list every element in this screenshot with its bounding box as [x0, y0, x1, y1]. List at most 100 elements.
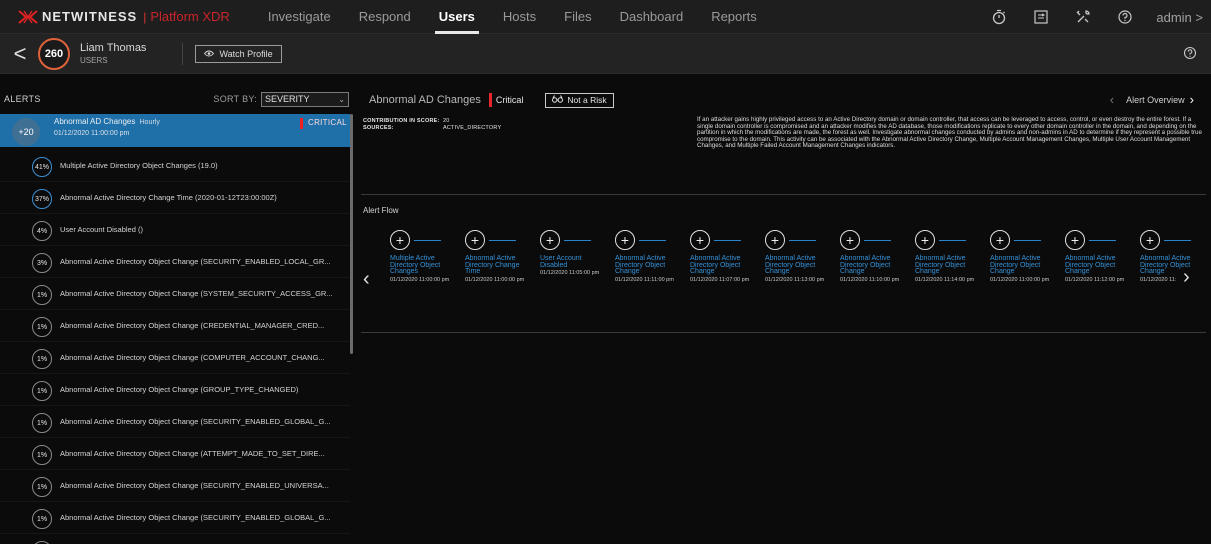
watch-profile-button[interactable]: Watch Profile	[195, 44, 282, 63]
sort-control: SORT BY: SEVERITY ⌄	[213, 91, 349, 107]
nav-tab-respond[interactable]: Respond	[345, 0, 425, 34]
flow-connector	[1014, 240, 1041, 241]
indicator-contribution-badge: 1%	[32, 413, 52, 433]
indicator-label: Multiple Active Directory Object Changes…	[60, 161, 218, 170]
severity-bar	[300, 118, 303, 129]
indicator-row[interactable]: 1%Abnormal Active Directory Object Chang…	[0, 406, 350, 438]
indicator-label: Abnormal Active Directory Object Change …	[60, 353, 325, 362]
nav-tab-hosts[interactable]: Hosts	[489, 0, 550, 34]
expand-plus-icon[interactable]: +	[915, 230, 935, 250]
eye-icon	[204, 49, 215, 59]
alert-frequency: Hourly	[139, 119, 160, 126]
indicator-label: Abnormal Active Directory Object Change …	[60, 513, 331, 522]
entity-name: Liam Thomas	[80, 42, 147, 54]
chevron-right-icon[interactable]: ›	[1190, 92, 1194, 107]
indicator-label: Abnormal Active Directory Object Change …	[60, 481, 329, 490]
flow-node: + User Account Disabled 01/12/2020 11:05:0…	[515, 230, 599, 330]
flow-node: + Multiple Active Directory Object Change…	[365, 230, 449, 330]
expand-plus-icon[interactable]: +	[990, 230, 1010, 250]
contribution-label: CONTRIBUTION IN SCORE:	[363, 118, 440, 124]
flow-connector	[1164, 240, 1191, 241]
admin-menu[interactable]: admin >	[1156, 10, 1203, 25]
divider	[361, 332, 1206, 333]
expand-plus-icon[interactable]: +	[615, 230, 635, 250]
indicator-row[interactable]: 1% Abnormal Active Directory Object Chang…	[0, 342, 350, 374]
nav-tab-files[interactable]: Files	[550, 0, 605, 34]
nav-tab-investigate[interactable]: Investigate	[254, 0, 345, 34]
entity-profile-bar: < 260 Liam Thomas USERS Watch Profile	[0, 34, 1211, 74]
flow-node: + Abnormal Active Directory Object Change…	[665, 230, 749, 330]
expand-plus-icon[interactable]: +	[840, 230, 860, 250]
flow-connector	[789, 240, 816, 241]
expand-plus-icon[interactable]: +	[1065, 230, 1085, 250]
expand-plus-icon[interactable]: +	[540, 230, 560, 250]
indicator-row[interactable]: 1%Abnormal Active Directory Object Chang…	[0, 438, 350, 470]
netwitness-logo-icon	[18, 9, 38, 24]
watch-profile-label: Watch Profile	[219, 48, 273, 59]
expand-plus-icon[interactable]: +	[390, 230, 410, 250]
expand-plus-icon[interactable]: +	[765, 230, 785, 250]
indicator-label: Abnormal Active Directory Change Time (2…	[60, 193, 277, 202]
nav-right-toolbar: admin >	[978, 0, 1203, 34]
flow-node: + Abnormal Active Directory Object Change…	[965, 230, 1049, 330]
sort-select[interactable]: SEVERITY ⌄	[261, 91, 349, 107]
indicator-contribution-badge: 1%	[32, 349, 52, 369]
expand-plus-icon[interactable]: +	[690, 230, 710, 250]
notes-icon[interactable]	[1032, 8, 1050, 26]
indicator-row[interactable]: 3% Abnormal Active Directory Object Chang…	[0, 246, 350, 278]
nav-tab-users[interactable]: Users	[425, 0, 489, 34]
indicator-row[interactable]: 1%Abnormal Active Directory Object Chang…	[0, 310, 350, 342]
logo[interactable]: NETWITNESS | Platform XDR	[18, 0, 230, 34]
indicator-row[interactable]: 41% Multiple Active Directory Object Chan…	[0, 150, 350, 182]
sources-label: SOURCES:	[363, 125, 394, 131]
indicator-row[interactable]: 1%Abnormal Active Directory Object Chang…	[0, 374, 350, 406]
expand-plus-icon[interactable]: +	[1140, 230, 1160, 250]
alert-detail-panel: Abnormal AD Changes Critical Not a Risk …	[361, 86, 1211, 544]
help-icon[interactable]	[1116, 8, 1134, 26]
chevron-down-icon: ⌄	[338, 94, 345, 104]
indicator-row[interactable]: 4% User Account Disabled ()	[0, 214, 350, 246]
alert-flow: ‹ › + Multiple Active Directory Object Ch…	[361, 230, 1206, 330]
indicator-label: Abnormal Active Directory Object Change …	[60, 449, 325, 458]
indicator-row[interactable]: 1%Abnormal Active Directory Object Chang…	[0, 502, 350, 534]
contribution-value: 20	[443, 118, 450, 124]
alert-detail-severity: Critical	[495, 95, 524, 105]
flow-node: + Abnormal Active Directory Object Change…	[815, 230, 899, 330]
flow-connector	[1089, 240, 1116, 241]
flow-node: + Abnormal Active Directory Object Change…	[890, 230, 974, 330]
alerts-header: ALERTS SORT BY: SEVERITY ⌄	[0, 86, 355, 112]
expand-plus-icon[interactable]: +	[465, 230, 485, 250]
alert-flow-title: Alert Flow	[363, 206, 399, 215]
indicator-row[interactable]: 1% Abnormal Active Directory Object Chang…	[0, 470, 350, 502]
chevron-left-icon[interactable]: ‹	[1110, 92, 1114, 107]
help-icon[interactable]	[1183, 46, 1199, 62]
not-a-risk-button[interactable]: Not a Risk	[545, 92, 614, 108]
indicator-row[interactable]: 1%Abnormal Active Directory Object Chang…	[0, 278, 350, 310]
indicator-label: Abnormal Active Directory Object Change …	[60, 289, 333, 298]
alerts-scrollbar[interactable]	[350, 114, 353, 354]
indicator-contribution-badge: 41%	[32, 157, 52, 177]
brand-name: NETWITNESS	[42, 9, 138, 24]
nav-tab-dashboard[interactable]: Dashboard	[606, 0, 698, 34]
indicator-contribution-badge: 3%	[32, 253, 52, 273]
flow-node: + Abnormal Active Directory Object Change…	[590, 230, 674, 330]
flow-node: + Abnormal Active Directory Change Time 01…	[440, 230, 524, 330]
sort-value: SEVERITY	[265, 94, 310, 104]
flow-connector	[639, 240, 666, 241]
not-a-risk-label: Not a Risk	[567, 95, 607, 105]
timer-icon[interactable]	[990, 8, 1008, 26]
indicator-row[interactable]: 37% Abnormal Active Directory Change Time…	[0, 182, 350, 214]
indicator-row[interactable]: 1%Abnormal Active Directory Object Chang…	[0, 534, 350, 544]
indicator-contribution-badge: 1%	[32, 477, 52, 497]
main-nav: Investigate Respond Users Hosts Files Dashboa…	[254, 0, 771, 34]
alerts-title: ALERTS	[4, 94, 41, 104]
flow-indicator-name[interactable]: Abnormal Active Directory Object Change	[1140, 255, 1200, 276]
alert-time: 01/12/2020 11:00:00 pm	[54, 130, 130, 137]
selected-alert-row[interactable]: +20 Abnormal AD Changes Hourly 01/12/202…	[0, 114, 350, 147]
indicator-contribution-badge: 1%	[32, 381, 52, 401]
flow-connector	[939, 240, 966, 241]
tools-icon[interactable]	[1074, 8, 1092, 26]
flow-connector	[489, 240, 516, 241]
back-chevron-icon[interactable]: <	[8, 34, 32, 74]
nav-tab-reports[interactable]: Reports	[697, 0, 771, 34]
